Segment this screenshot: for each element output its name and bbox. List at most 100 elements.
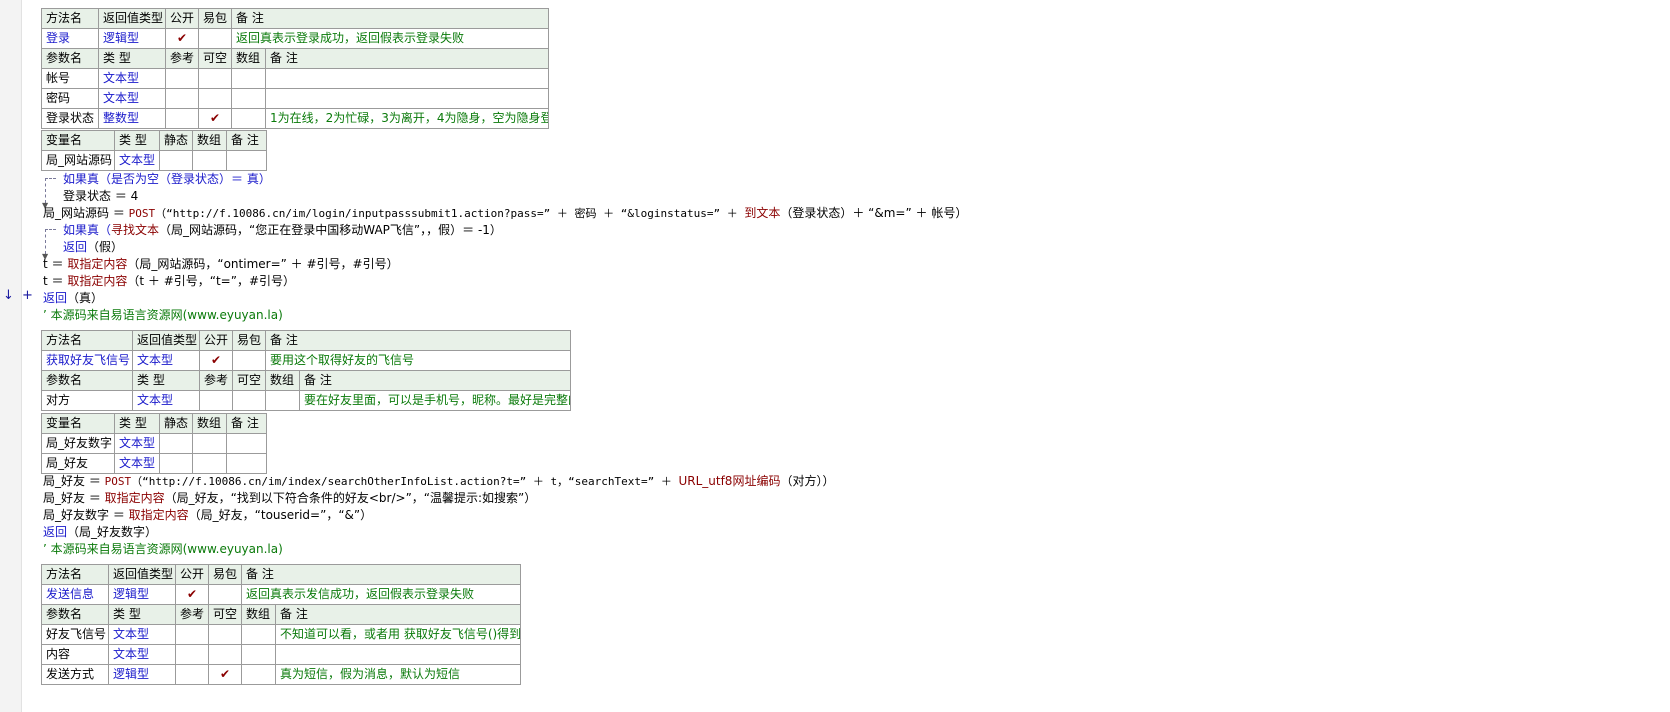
param-name[interactable]: 登录状态: [41, 108, 99, 129]
param-array[interactable]: [241, 644, 276, 665]
method-name[interactable]: 发送信息: [41, 584, 109, 605]
var-array[interactable]: [192, 433, 227, 454]
param-type[interactable]: 文本型: [98, 68, 166, 89]
nullable-check-icon[interactable]: ✔: [198, 108, 232, 129]
var-static[interactable]: [159, 453, 193, 474]
param-row[interactable]: 密码 文本型: [41, 88, 549, 109]
var-array[interactable]: [192, 453, 227, 474]
param-note[interactable]: [265, 88, 549, 109]
param-array[interactable]: [241, 664, 276, 685]
easy-pack-cell[interactable]: [208, 584, 242, 605]
var-static[interactable]: [159, 433, 193, 454]
method-return-type[interactable]: 逻辑型: [98, 28, 166, 49]
var-array[interactable]: [192, 150, 227, 171]
var-name[interactable]: 局_网站源码: [41, 150, 115, 171]
code-line[interactable]: t ＝ 取指定内容（局_网站源码，“ontimer=” ＋ #引号，#引号）: [43, 256, 399, 273]
param-row[interactable]: 内容 文本型: [41, 644, 521, 665]
code-line[interactable]: 局_网站源码 ＝ POST（“http://f.10086.cn/im/logi…: [43, 205, 967, 222]
method-name[interactable]: 登录: [41, 28, 99, 49]
public-check-icon[interactable]: ✔: [165, 28, 199, 49]
param-array[interactable]: [241, 624, 276, 645]
public-check-icon[interactable]: ✔: [199, 350, 233, 371]
param-ref[interactable]: [165, 88, 199, 109]
param-nullable[interactable]: [208, 644, 242, 665]
method-note[interactable]: 返回真表示登录成功，返回假表示登录失败: [231, 28, 549, 49]
method-return-type[interactable]: 逻辑型: [108, 584, 176, 605]
param-name[interactable]: 发送方式: [41, 664, 109, 685]
method-row[interactable]: 获取好友飞信号 文本型 ✔ 要用这个取得好友的飞信号: [41, 350, 571, 371]
param-type[interactable]: 逻辑型: [108, 664, 176, 685]
code-line[interactable]: 局_好友 ＝ POST（“http://f.10086.cn/im/index/…: [43, 473, 834, 490]
param-type[interactable]: 文本型: [98, 88, 166, 109]
param-ref[interactable]: [175, 644, 209, 665]
param-note[interactable]: 不知道可以看，或者用 获取好友飞信号()得到: [275, 624, 521, 645]
var-row[interactable]: 局_网站源码 文本型: [41, 150, 267, 171]
var-row[interactable]: 局_好友 文本型: [41, 453, 267, 474]
code-line[interactable]: 返回（真）: [43, 290, 103, 307]
nullable-check-icon[interactable]: ✔: [208, 664, 242, 685]
param-note[interactable]: 要在好友里面，可以是手机号，昵称。最好是完整的: [299, 390, 571, 411]
code-line[interactable]: 如果真（寻找文本（局_网站源码，“您正在登录中国移动WAP飞信”，，假）＝ -1…: [63, 222, 502, 239]
param-row[interactable]: 帐号 文本型: [41, 68, 549, 89]
param-nullable[interactable]: [198, 68, 232, 89]
method-row[interactable]: 发送信息 逻辑型 ✔ 返回真表示发信成功，返回假表示登录失败: [41, 584, 521, 605]
method-note[interactable]: 要用这个取得好友的飞信号: [265, 350, 571, 371]
param-type[interactable]: 整数型: [98, 108, 166, 129]
param-ref[interactable]: [199, 390, 233, 411]
var-note[interactable]: [226, 453, 267, 474]
code-line[interactable]: 登录状态 ＝ 4: [63, 188, 138, 205]
code-line[interactable]: 局_好友数字 ＝ 取指定内容（局_好友，“touserid=”，“&”）: [43, 507, 372, 524]
var-type[interactable]: 文本型: [114, 453, 160, 474]
param-array[interactable]: [231, 108, 266, 129]
param-type[interactable]: 文本型: [108, 624, 176, 645]
param-name[interactable]: 帐号: [41, 68, 99, 89]
param-ref[interactable]: [175, 624, 209, 645]
param-nullable[interactable]: [198, 88, 232, 109]
param-row[interactable]: 好友飞信号 文本型 不知道可以看，或者用 获取好友飞信号()得到: [41, 624, 521, 645]
param-note[interactable]: [265, 68, 549, 89]
param-nullable[interactable]: [232, 390, 266, 411]
param-note[interactable]: 1为在线，2为忙碌，3为离开，4为隐身，空为隐身登陆: [265, 108, 549, 129]
comment-line[interactable]: ’ 本源码来自易语言资源网(www.eyuyan.la): [43, 541, 283, 558]
param-row[interactable]: 对方 文本型 要在好友里面，可以是手机号，昵称。最好是完整的: [41, 390, 571, 411]
breakpoint-marker[interactable]: ↓ +: [3, 288, 35, 303]
code-line[interactable]: 如果真（是否为空（登录状态）＝ 真）: [63, 171, 271, 188]
param-name[interactable]: 密码: [41, 88, 99, 109]
var-type[interactable]: 文本型: [114, 433, 160, 454]
param-name[interactable]: 对方: [41, 390, 133, 411]
param-nullable[interactable]: [208, 624, 242, 645]
method-note[interactable]: 返回真表示发信成功，返回假表示登录失败: [241, 584, 521, 605]
method-return-type[interactable]: 文本型: [132, 350, 200, 371]
param-ref[interactable]: [165, 68, 199, 89]
code-line[interactable]: 返回（局_好友数字）: [43, 524, 157, 541]
code-line[interactable]: 返回（假）: [63, 239, 123, 256]
var-name[interactable]: 局_好友: [41, 453, 115, 474]
param-type[interactable]: 文本型: [132, 390, 200, 411]
method-row[interactable]: 登录 逻辑型 ✔ 返回真表示登录成功，返回假表示登录失败: [41, 28, 549, 49]
comment-line[interactable]: ’ 本源码来自易语言资源网(www.eyuyan.la): [43, 307, 283, 324]
var-note[interactable]: [226, 150, 267, 171]
code-line[interactable]: 局_好友 ＝ 取指定内容（局_好友，“找到以下符合条件的好友<br/>”，“温馨…: [43, 490, 536, 507]
var-note[interactable]: [226, 433, 267, 454]
param-note[interactable]: 真为短信，假为消息，默认为短信: [275, 664, 521, 685]
param-name[interactable]: 内容: [41, 644, 109, 665]
param-array[interactable]: [231, 88, 266, 109]
easy-pack-cell[interactable]: [198, 28, 232, 49]
var-static[interactable]: [159, 150, 193, 171]
param-name[interactable]: 好友飞信号: [41, 624, 109, 645]
var-row[interactable]: 局_好友数字 文本型: [41, 433, 267, 454]
param-ref[interactable]: [175, 664, 209, 685]
easy-pack-cell[interactable]: [232, 350, 266, 371]
param-note[interactable]: [275, 644, 521, 665]
var-type[interactable]: 文本型: [114, 150, 160, 171]
public-check-icon[interactable]: ✔: [175, 584, 209, 605]
param-ref[interactable]: [165, 108, 199, 129]
param-array[interactable]: [265, 390, 300, 411]
param-row[interactable]: 发送方式 逻辑型 ✔ 真为短信，假为消息，默认为短信: [41, 664, 521, 685]
param-type[interactable]: 文本型: [108, 644, 176, 665]
var-name[interactable]: 局_好友数字: [41, 433, 115, 454]
param-array[interactable]: [231, 68, 266, 89]
param-row[interactable]: 登录状态 整数型 ✔ 1为在线，2为忙碌，3为离开，4为隐身，空为隐身登陆: [41, 108, 549, 129]
code-line[interactable]: t ＝ 取指定内容（t ＋ #引号，“t=”，#引号）: [43, 273, 295, 290]
method-name[interactable]: 获取好友飞信号: [41, 350, 133, 371]
